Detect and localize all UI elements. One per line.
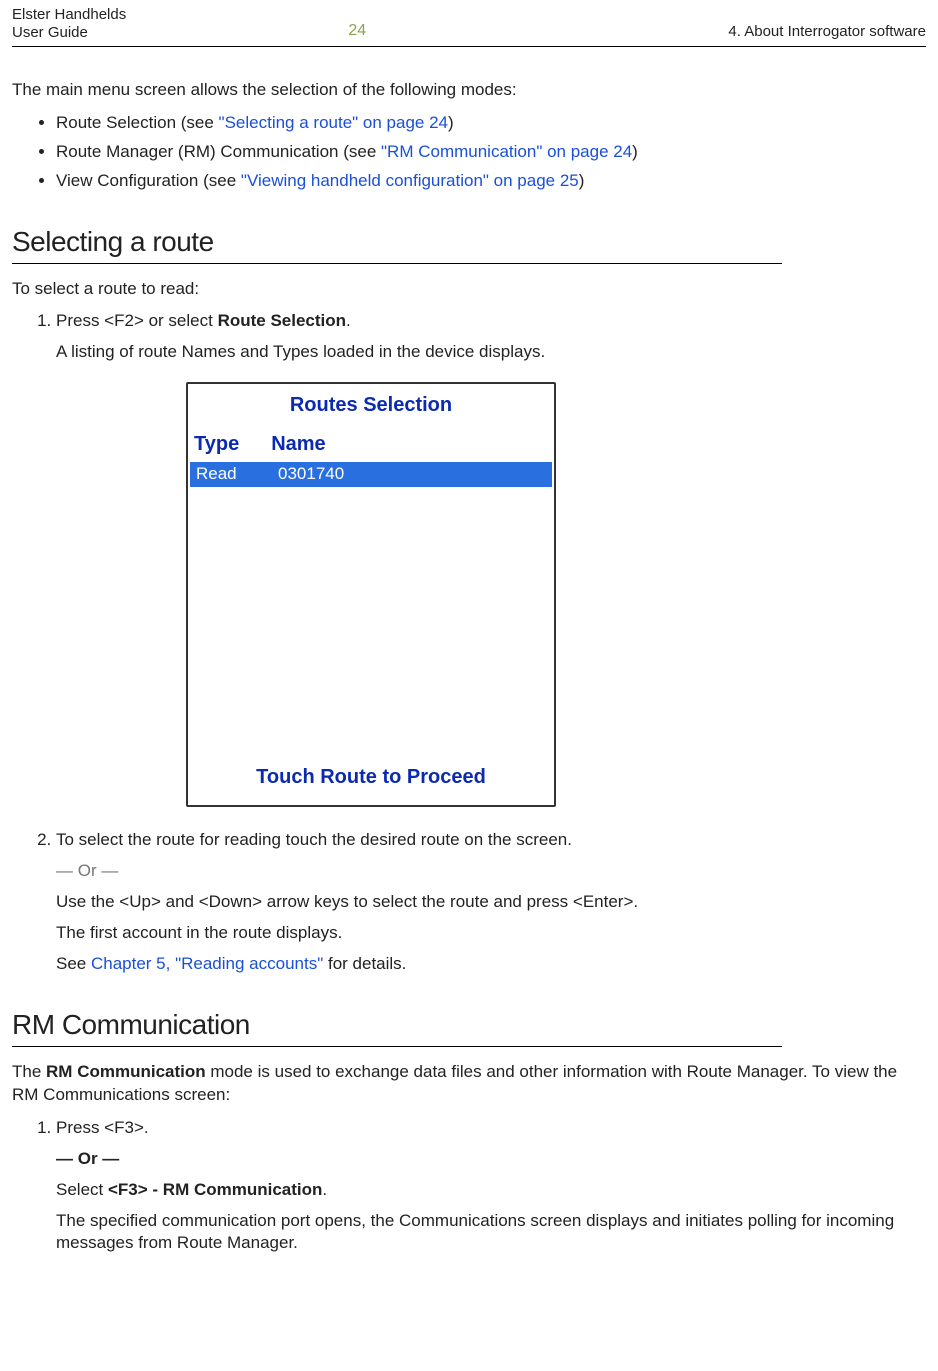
header-left: Elster Handhelds User Guide <box>12 6 126 42</box>
list-item: Route Selection (see "Selecting a route"… <box>56 112 926 135</box>
list-item-text: Route Selection (see <box>56 113 219 132</box>
embedded-screenshot: Routes Selection Type Name Read 0301740 … <box>186 382 556 807</box>
screenshot-title: Routes Selection <box>188 384 554 429</box>
col-type-header: Type <box>194 431 239 458</box>
heading-selecting-route: Selecting a route <box>12 223 782 264</box>
xref-suffix: for details. <box>323 954 406 973</box>
col-name-header: Name <box>271 431 325 458</box>
step-item: To select the route for reading touch th… <box>56 829 926 976</box>
page-header: Elster Handhelds User Guide 24 4. About … <box>12 0 926 47</box>
text: The <box>12 1062 46 1081</box>
ui-label: Route Selection <box>218 311 346 330</box>
list-item-text: View Configuration (see <box>56 171 241 190</box>
ui-label: <F3> - RM Communication <box>108 1180 322 1199</box>
step-text: Select <box>56 1180 108 1199</box>
rm-intro-paragraph: The RM Communication mode is used to exc… <box>12 1061 926 1107</box>
step-result: A listing of route Names and Types loade… <box>56 341 926 364</box>
lead-paragraph: To select a route to read: <box>12 278 926 301</box>
steps-list: Press <F2> or select Route Selection. A … <box>12 310 926 976</box>
heading-rm-communication: RM Communication <box>12 1006 782 1047</box>
xref-link[interactable]: "Selecting a route" on page 24 <box>219 113 448 132</box>
header-subtitle: User Guide <box>12 24 126 42</box>
step-result: The specified communication port opens, … <box>56 1210 926 1256</box>
step-alt: Use the <Up> and <Down> arrow keys to se… <box>56 891 926 914</box>
page-number: 24 <box>348 20 366 42</box>
list-item: View Configuration (see "Viewing handhel… <box>56 170 926 193</box>
header-product: Elster Handhelds <box>12 6 126 24</box>
step-item: Press <F3>. — Or — Select <F3> - RM Comm… <box>56 1117 926 1256</box>
routes-selection-window: Routes Selection Type Name Read 0301740 … <box>186 382 556 807</box>
xref-link[interactable]: "RM Communication" on page 24 <box>381 142 632 161</box>
xref-link[interactable]: Chapter 5, "Reading accounts" <box>91 954 323 973</box>
xref-link[interactable]: "Viewing handheld configuration" on page… <box>241 171 579 190</box>
step-text: To select the route for reading touch th… <box>56 829 926 852</box>
route-name: 0301740 <box>278 463 344 486</box>
step-text-suffix: . <box>322 1180 327 1199</box>
step-result: The first account in the route displays. <box>56 922 926 945</box>
intro-paragraph: The main menu screen allows the selectio… <box>12 79 926 102</box>
step-text: Press <F2> or select <box>56 311 218 330</box>
step-item: Press <F2> or select Route Selection. A … <box>56 310 926 807</box>
list-item-suffix: ) <box>632 142 638 161</box>
step-text-suffix: . <box>346 311 351 330</box>
or-separator: — Or — <box>56 1148 926 1171</box>
ui-label: RM Communication <box>46 1062 206 1081</box>
steps-list-rm: Press <F3>. — Or — Select <F3> - RM Comm… <box>12 1117 926 1256</box>
list-item-text: Route Manager (RM) Communication (see <box>56 142 381 161</box>
xref-prefix: See <box>56 954 91 973</box>
list-item-suffix: ) <box>448 113 454 132</box>
screenshot-route-list[interactable]: Read 0301740 <box>190 462 552 752</box>
route-row-selected[interactable]: Read 0301740 <box>190 462 552 487</box>
mode-list: Route Selection (see "Selecting a route"… <box>12 112 926 193</box>
screenshot-column-headers: Type Name <box>188 429 554 462</box>
or-separator: — Or — <box>56 860 926 883</box>
step-text: Press <F3>. <box>56 1117 926 1140</box>
step-xref: See Chapter 5, "Reading accounts" for de… <box>56 953 926 976</box>
screenshot-footer: Touch Route to Proceed <box>188 752 554 805</box>
list-item: Route Manager (RM) Communication (see "R… <box>56 141 926 164</box>
list-item-suffix: ) <box>579 171 585 190</box>
header-chapter: 4. About Interrogator software <box>728 22 926 42</box>
route-type: Read <box>196 463 256 486</box>
page-content: The main menu screen allows the selectio… <box>12 47 926 1255</box>
